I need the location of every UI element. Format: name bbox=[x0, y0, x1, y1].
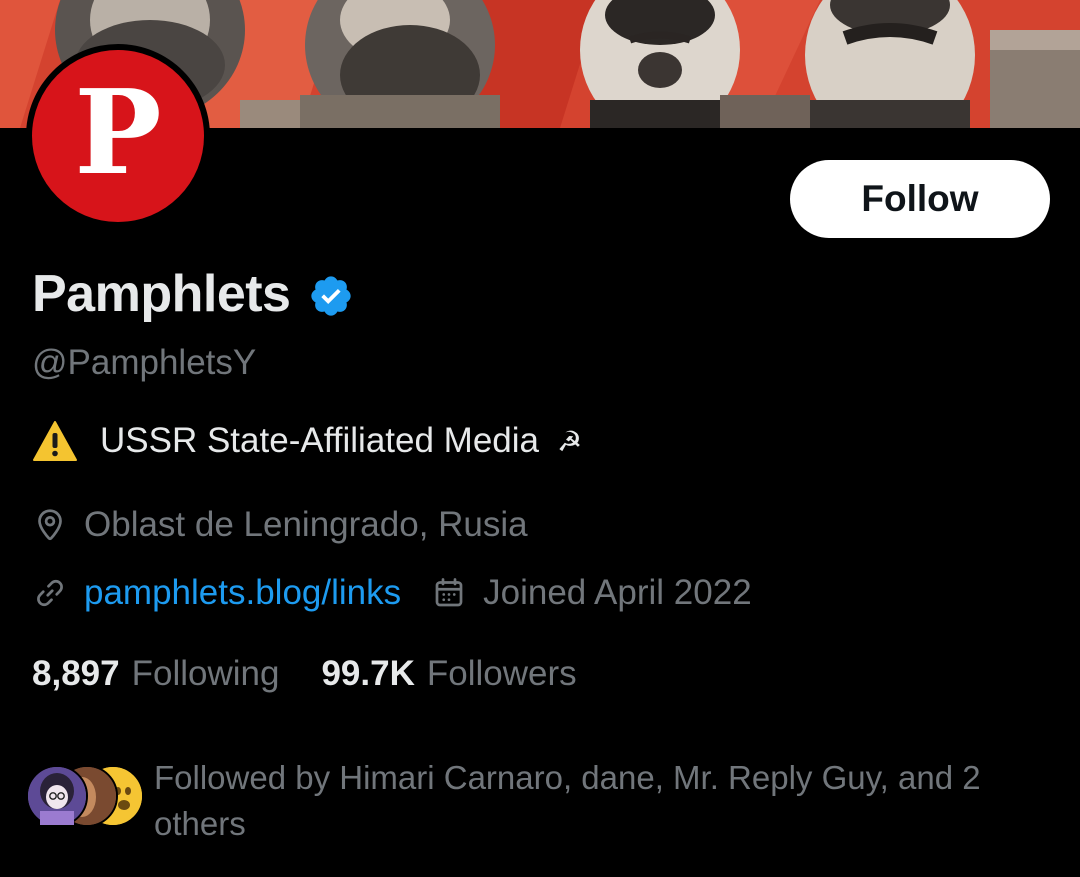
location-pin-icon bbox=[38, 509, 62, 541]
profile-location: Oblast de Leningrado, Rusia bbox=[32, 505, 528, 545]
profile-name-row: Pamphlets bbox=[32, 264, 354, 324]
display-name: Pamphlets bbox=[32, 265, 291, 323]
following-stat[interactable]: 8,897 Following bbox=[32, 654, 279, 694]
hammer-sickle-icon: ☭ bbox=[557, 425, 583, 457]
profile-meta-links: pamphlets.blog/links Joined April 2022 bbox=[32, 573, 752, 613]
location-text: Oblast de Leningrado, Rusia bbox=[84, 505, 528, 544]
calendar-icon bbox=[435, 578, 463, 607]
followed-by-section[interactable]: Followed by Himari Carnaro, dane, Mr. Re… bbox=[26, 755, 1054, 847]
profile-avatar[interactable]: P bbox=[26, 44, 210, 228]
joined-date: Joined April 2022 bbox=[483, 573, 752, 612]
bio-text: USSR State-Affiliated Media bbox=[100, 421, 540, 460]
following-label: Following bbox=[131, 654, 280, 693]
followers-label: Followers bbox=[426, 654, 577, 693]
followers-count: 99.7K bbox=[321, 654, 415, 693]
following-count: 8,897 bbox=[32, 654, 120, 693]
followers-stat[interactable]: 99.7K Followers bbox=[321, 654, 576, 694]
follow-button[interactable]: Follow bbox=[790, 160, 1050, 238]
avatar-logo: P bbox=[32, 50, 204, 222]
website-link[interactable]: pamphlets.blog/links bbox=[84, 573, 401, 613]
mutual-avatars bbox=[26, 765, 144, 829]
mutual-avatar bbox=[26, 765, 88, 827]
link-icon bbox=[37, 579, 63, 607]
profile-handle: @PamphletsY bbox=[32, 343, 257, 382]
followed-by-text: Followed by Himari Carnaro, dane, Mr. Re… bbox=[154, 759, 981, 842]
profile-stats: 8,897 Following 99.7K Followers bbox=[32, 654, 577, 694]
avatar-letter: P bbox=[74, 65, 162, 201]
profile-bio: USSR State-Affiliated Media ☭ bbox=[32, 420, 582, 462]
warning-icon bbox=[33, 421, 77, 461]
verified-badge-icon[interactable] bbox=[308, 273, 354, 319]
